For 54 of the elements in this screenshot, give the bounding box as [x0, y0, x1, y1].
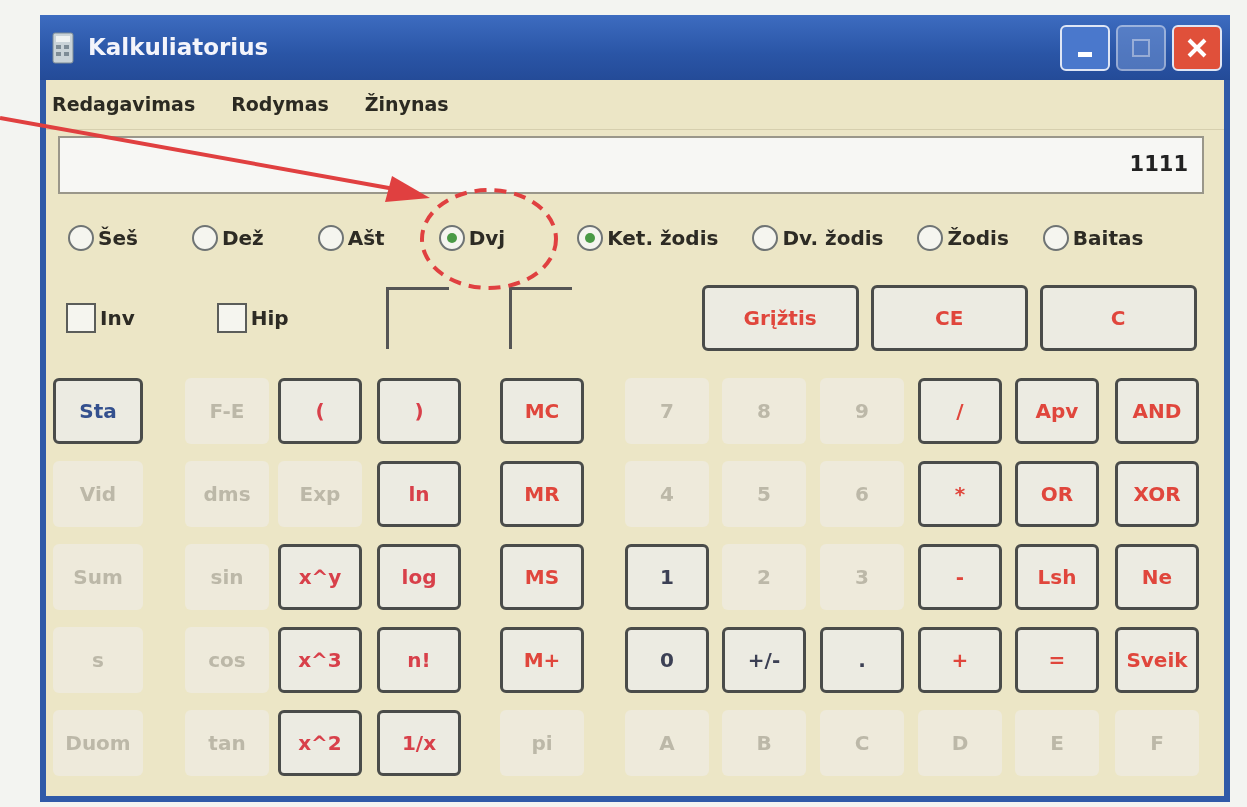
key-button[interactable]: log: [377, 544, 461, 610]
key-button[interactable]: -: [918, 544, 1002, 610]
calculator-icon: [52, 31, 74, 64]
key-button[interactable]: Apv: [1015, 378, 1099, 444]
radio-button[interactable]: Dvj: [438, 223, 506, 253]
radio-button[interactable]: Žodis: [917, 223, 1009, 253]
key-button[interactable]: MC: [500, 378, 584, 444]
menu-item[interactable]: Redagavimas: [50, 90, 198, 119]
key-button[interactable]: XOR: [1115, 461, 1199, 527]
key-button[interactable]: *: [918, 461, 1002, 527]
key-button[interactable]: ): [377, 378, 461, 444]
key-button[interactable]: Grįžtis: [701, 285, 859, 351]
key-button[interactable]: 1: [625, 544, 709, 610]
key-button[interactable]: AND: [1115, 378, 1199, 444]
maximize-button[interactable]: [1116, 24, 1166, 71]
key-button[interactable]: +: [918, 627, 1002, 693]
radio-button[interactable]: Ašt: [317, 223, 385, 253]
key-button[interactable]: x^y: [278, 544, 362, 610]
key-button[interactable]: n!: [377, 627, 461, 693]
key-button[interactable]: (: [278, 378, 362, 444]
key-button[interactable]: 1/x: [377, 710, 461, 776]
key-button[interactable]: Lsh: [1015, 544, 1099, 610]
radio-button[interactable]: Šeš: [68, 223, 138, 253]
key-button[interactable]: MR: [500, 461, 584, 527]
radio-button[interactable]: Dv. žodis: [752, 223, 884, 253]
key-button[interactable]: /: [918, 378, 1002, 444]
key-button[interactable]: ln: [377, 461, 461, 527]
key-button[interactable]: =: [1015, 627, 1099, 693]
key-button[interactable]: x^2: [278, 710, 362, 776]
key-button[interactable]: MS: [500, 544, 584, 610]
key-button[interactable]: Sveik: [1115, 627, 1199, 693]
key-button[interactable]: C: [1039, 285, 1197, 351]
display-field: 1111: [58, 136, 1204, 194]
key-button[interactable]: CE: [870, 285, 1028, 351]
key-button[interactable]: OR: [1015, 461, 1099, 527]
radio-button[interactable]: Ket. žodis: [577, 223, 719, 253]
minimize-icon: [1078, 52, 1092, 57]
key-button[interactable]: 0: [625, 627, 709, 693]
key-button[interactable]: +/-: [722, 627, 806, 693]
maximize-icon: [1130, 36, 1152, 59]
close-button[interactable]: [1172, 24, 1222, 71]
checkbox[interactable]: Inv: [66, 303, 135, 333]
radio-button[interactable]: Dež: [191, 223, 264, 253]
menu-item[interactable]: Rodymas: [229, 90, 331, 119]
key-button[interactable]: M+: [500, 627, 584, 693]
key-button[interactable]: Ne: [1115, 544, 1199, 610]
key-button[interactable]: x^3: [278, 627, 362, 693]
window-title: Kalkuliatorius: [88, 33, 270, 63]
radio-button[interactable]: Baitas: [1042, 223, 1144, 253]
minimize-button[interactable]: [1060, 24, 1110, 71]
key-button[interactable]: Sta: [53, 378, 143, 444]
checkbox[interactable]: Hip: [216, 303, 289, 333]
menu-item[interactable]: Žinynas: [362, 90, 451, 119]
key-button[interactable]: .: [820, 627, 904, 693]
